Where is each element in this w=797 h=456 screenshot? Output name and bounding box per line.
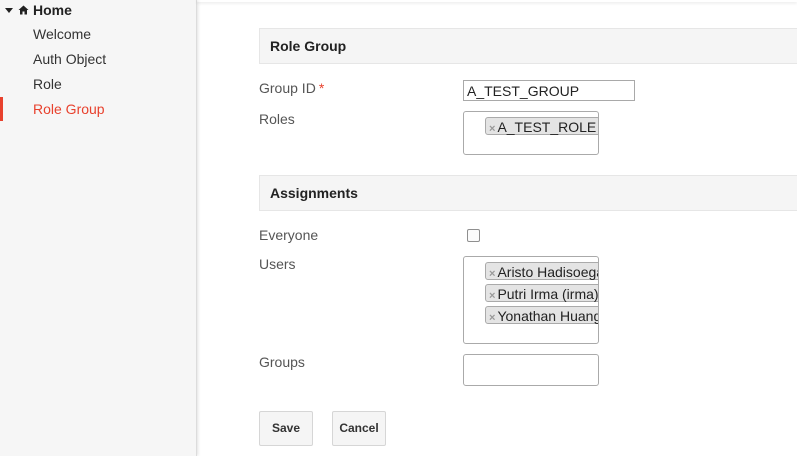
- user-tag-label: Yonathan Huang: [497, 308, 599, 324]
- everyone-label: Everyone: [259, 227, 319, 243]
- sidebar-item-label: Role Group: [33, 101, 105, 117]
- groups-select[interactable]: [463, 354, 599, 386]
- caret-down-icon[interactable]: [5, 7, 13, 13]
- groups-label: Groups: [259, 354, 305, 370]
- group-id-input[interactable]: [463, 80, 635, 101]
- users-select[interactable]: ×Aristo Hadisoegandi ×Putri Irma (irma) …: [463, 256, 599, 344]
- sidebar: Home Welcome Auth Object Role Role Group: [0, 0, 197, 456]
- sidebar-home[interactable]: Home: [5, 1, 72, 19]
- sidebar-item-welcome[interactable]: Welcome: [0, 22, 196, 46]
- sidebar-home-label: Home: [33, 2, 72, 18]
- close-icon[interactable]: ×: [489, 268, 495, 280]
- roles-select[interactable]: × A_TEST_ROLE: [463, 111, 599, 155]
- sidebar-item-label: Welcome: [33, 26, 92, 42]
- close-icon[interactable]: ×: [489, 123, 495, 135]
- sidebar-item-label: Auth Object: [33, 51, 107, 67]
- user-tag: × Putri Irma (irma): [485, 284, 599, 302]
- close-icon[interactable]: ×: [489, 312, 495, 324]
- user-tag-label: Aristo Hadisoegandi: [497, 264, 598, 280]
- user-tag: ×Aristo Hadisoegandi: [485, 262, 598, 280]
- save-button[interactable]: Save: [259, 411, 313, 446]
- sidebar-item-role[interactable]: Role: [0, 72, 196, 96]
- user-tag: × Yonathan Huang: [485, 306, 599, 324]
- close-icon[interactable]: ×: [489, 290, 495, 302]
- home-icon: [18, 5, 29, 15]
- role-tag-label: A_TEST_ROLE: [497, 119, 597, 135]
- sidebar-item-role-group[interactable]: Role Group: [0, 97, 196, 121]
- header-shadow: [197, 0, 797, 2]
- section-header-assignments: Assignments: [259, 175, 797, 211]
- section-header-role-group: Role Group: [259, 28, 797, 64]
- group-id-label-text: Group ID: [259, 80, 316, 96]
- required-marker: *: [318, 80, 325, 96]
- everyone-checkbox[interactable]: [467, 229, 480, 242]
- sidebar-item-auth-object[interactable]: Auth Object: [0, 47, 196, 71]
- users-label: Users: [259, 256, 296, 272]
- cancel-button[interactable]: Cancel: [332, 411, 386, 446]
- group-id-label: Group ID *: [259, 80, 324, 96]
- roles-label: Roles: [259, 111, 295, 127]
- user-tag-label: Putri Irma (irma): [497, 286, 599, 302]
- sidebar-item-label: Role: [33, 76, 62, 92]
- section-title: Role Group: [270, 38, 347, 54]
- role-tag: × A_TEST_ROLE: [485, 117, 598, 135]
- section-title: Assignments: [270, 185, 358, 201]
